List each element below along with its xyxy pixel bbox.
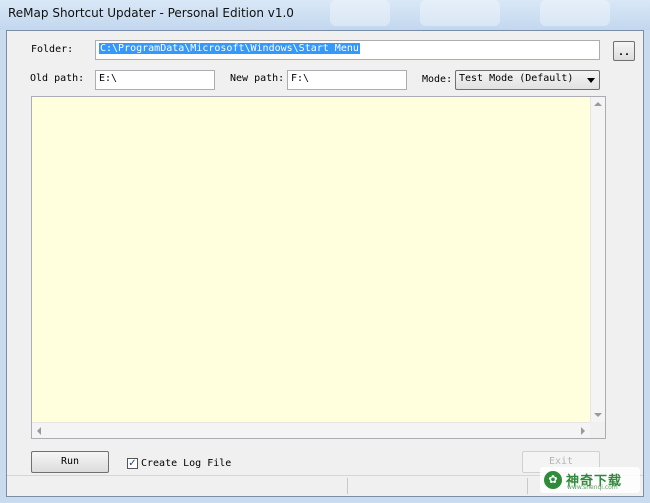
horizontal-scrollbar[interactable] xyxy=(32,422,590,438)
scroll-up-icon[interactable] xyxy=(594,102,602,106)
vertical-scrollbar[interactable] xyxy=(590,97,605,422)
mode-select-value: Test Mode (Default) xyxy=(459,73,574,84)
scrollbar-corner xyxy=(590,422,605,438)
folder-label: Folder: xyxy=(31,44,74,55)
status-bar-divider xyxy=(527,478,528,494)
watermark-url: www.shenqi.com xyxy=(567,484,618,491)
folder-input-value: C:\ProgramData\Microsoft\Windows\Start M… xyxy=(99,43,360,54)
folder-input[interactable]: C:\ProgramData\Microsoft\Windows\Start M… xyxy=(95,40,600,60)
download-logo-icon: ✿ xyxy=(544,471,562,489)
title-bar-glare xyxy=(420,0,500,26)
title-bar: ReMap Shortcut Updater - Personal Editio… xyxy=(0,0,650,30)
chevron-down-icon xyxy=(587,78,595,83)
main-window-body: Folder: C:\ProgramData\Microsoft\Windows… xyxy=(6,30,644,497)
browse-folder-button[interactable]: .. xyxy=(613,41,635,61)
scroll-down-icon[interactable] xyxy=(594,413,602,417)
new-path-label: New path: xyxy=(230,73,285,84)
old-path-label: Old path: xyxy=(30,73,85,84)
create-log-label[interactable]: Create Log File xyxy=(141,458,231,469)
mode-label: Mode: xyxy=(422,74,453,85)
site-watermark: ✿ 神奇下载 www.shenqi.com xyxy=(540,467,640,493)
status-bar-divider xyxy=(347,478,348,494)
log-output-area[interactable] xyxy=(31,96,606,439)
title-bar-glare xyxy=(330,0,390,26)
run-button[interactable]: Run xyxy=(31,451,109,473)
old-path-input[interactable]: E:\ xyxy=(95,70,215,90)
title-bar-glare xyxy=(540,0,610,26)
new-path-input[interactable]: F:\ xyxy=(287,70,407,90)
scroll-left-icon[interactable] xyxy=(37,427,41,435)
mode-select[interactable]: Test Mode (Default) xyxy=(455,70,600,90)
create-log-checkbox[interactable]: ✓ xyxy=(127,458,138,469)
window-title: ReMap Shortcut Updater - Personal Editio… xyxy=(8,6,294,20)
scroll-right-icon[interactable] xyxy=(581,427,585,435)
